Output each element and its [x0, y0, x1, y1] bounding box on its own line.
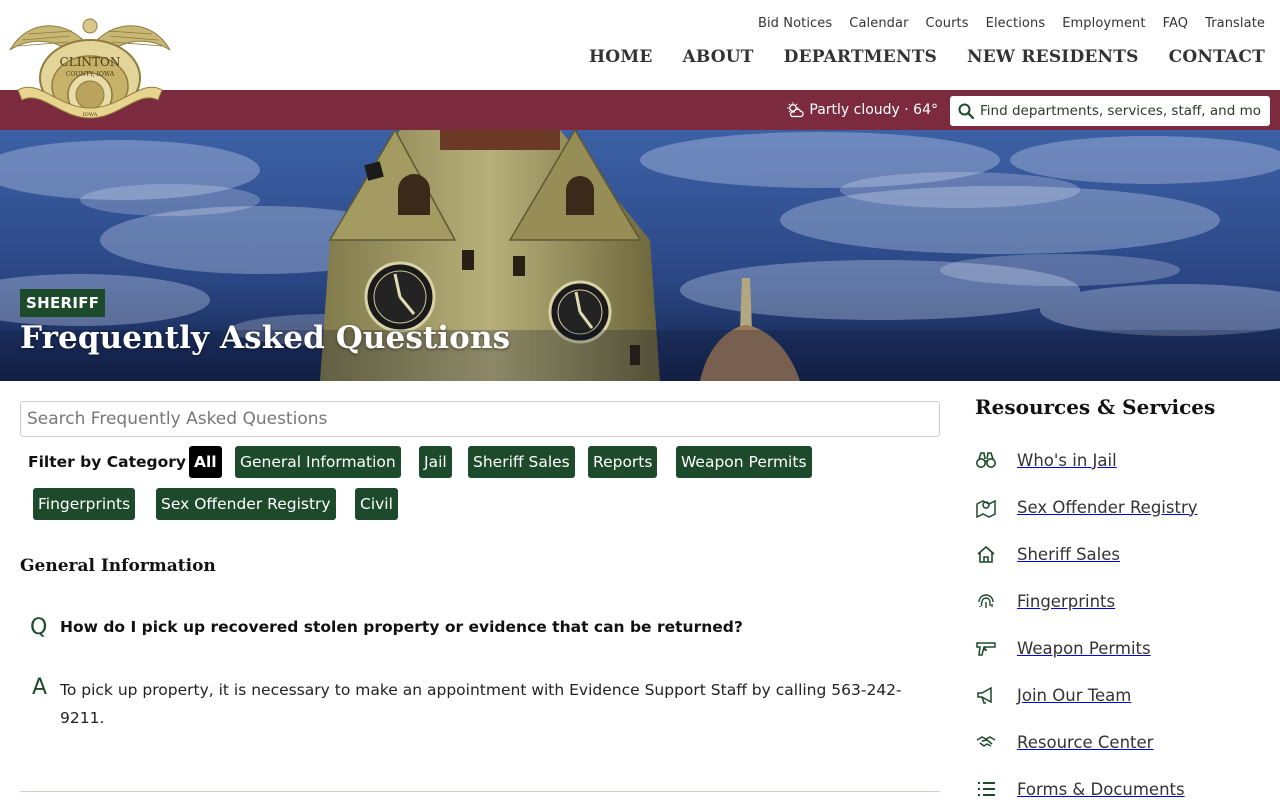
- utility-link-calendar[interactable]: Calendar: [849, 16, 908, 31]
- sidebar-item-label: Resource Center: [1017, 732, 1154, 752]
- utility-link-translate[interactable]: Translate: [1205, 16, 1265, 31]
- filter-chip-sheriff-sales[interactable]: Sheriff Sales: [468, 446, 575, 478]
- sidebar-item-label: Join Our Team: [1017, 685, 1132, 705]
- utility-link-employment[interactable]: Employment: [1062, 16, 1145, 31]
- sidebar-item-label: Fingerprints: [1017, 591, 1116, 611]
- sidebar-item-forms-documents[interactable]: Forms & Documents: [975, 769, 1265, 800]
- filter-chip-jail[interactable]: Jail: [419, 446, 452, 478]
- fingerprint-icon: [975, 589, 1005, 613]
- filter-chip-civil[interactable]: Civil: [355, 488, 398, 520]
- nav-departments[interactable]: DEPARTMENTS: [784, 47, 937, 67]
- faq-search-input[interactable]: [21, 402, 939, 436]
- filter-chip-general-information[interactable]: General Information: [235, 446, 401, 478]
- faq-section-title: General Information: [20, 556, 216, 576]
- house-icon: [975, 542, 1005, 566]
- binoculars-icon: [975, 448, 1005, 472]
- utility-link-faq[interactable]: FAQ: [1163, 16, 1188, 31]
- sidebar-title: Resources & Services: [975, 395, 1216, 419]
- sidebar-item-label: Who's in Jail: [1017, 450, 1117, 470]
- logo-wordmark: CLINTON: [60, 55, 121, 69]
- filter-chip-reports[interactable]: Reports: [588, 446, 658, 478]
- site-search-box[interactable]: [950, 96, 1270, 126]
- logo-seal-text: IOWA: [83, 112, 98, 118]
- department-tag: SHERIFF: [20, 289, 106, 317]
- sidebar-item-label: Sheriff Sales: [1017, 544, 1120, 564]
- question-marker: Q: [30, 615, 48, 640]
- faq-divider: [20, 791, 940, 792]
- logo-subname: COUNTY, IOWA: [66, 71, 115, 78]
- page-title: Frequently Asked Questions: [20, 320, 511, 356]
- faq-answer: To pick up property, it is necessary to …: [60, 681, 902, 727]
- nav-about[interactable]: ABOUT: [683, 47, 754, 67]
- main-nav: HOME ABOUT DEPARTMENTS NEW RESIDENTS CON…: [559, 47, 1265, 67]
- filter-chip-fingerprints[interactable]: Fingerprints: [33, 488, 136, 520]
- gun-icon: [975, 636, 1005, 660]
- top-band: Partly cloudy · 64°: [0, 90, 1280, 130]
- county-seal-logo[interactable]: CLINTON COUNTY, IOWA IOWA: [8, 8, 172, 126]
- nav-contact[interactable]: CONTACT: [1169, 47, 1265, 67]
- list-icon: [975, 777, 1005, 800]
- sidebar-item-label: Sex Offender Registry: [1017, 497, 1198, 517]
- sidebar-item-weapon-permits[interactable]: Weapon Permits: [975, 628, 1265, 668]
- utility-nav: Bid Notices Calendar Courts Elections Em…: [741, 16, 1265, 31]
- sidebar-item-resource-center[interactable]: Resource Center: [975, 722, 1265, 762]
- filter-chip-sex-offender-registry[interactable]: Sex Offender Registry: [156, 488, 336, 520]
- sidebar-item-fingerprints[interactable]: Fingerprints: [975, 581, 1265, 621]
- sidebar-item-join-our-team[interactable]: Join Our Team: [975, 675, 1265, 715]
- sidebar-item-sex-offender-registry[interactable]: Sex Offender Registry: [975, 487, 1265, 527]
- filter-label: Filter by Category: [28, 453, 187, 471]
- map-pin-icon: [975, 495, 1005, 519]
- eagle-seal-icon: CLINTON COUNTY, IOWA IOWA: [9, 18, 171, 119]
- search-icon[interactable]: [958, 103, 974, 119]
- megaphone-icon: [975, 683, 1005, 707]
- filter-chip-weapon-permits[interactable]: Weapon Permits: [676, 446, 812, 478]
- weather-widget: Partly cloudy · 64°: [786, 101, 938, 119]
- handshake-icon: [975, 730, 1005, 754]
- filter-chip-all[interactable]: All: [189, 446, 222, 478]
- sidebar-item-sheriff-sales[interactable]: Sheriff Sales: [975, 534, 1265, 574]
- answer-marker: A: [32, 675, 48, 700]
- sidebar-item-label: Forms & Documents: [1017, 779, 1185, 799]
- faq-search-box[interactable]: [20, 401, 940, 437]
- utility-link-bid-notices[interactable]: Bid Notices: [758, 16, 832, 31]
- nav-new-residents[interactable]: NEW RESIDENTS: [967, 47, 1139, 67]
- utility-link-elections[interactable]: Elections: [986, 16, 1046, 31]
- partly-cloudy-icon: [787, 102, 805, 118]
- nav-home[interactable]: HOME: [589, 47, 652, 67]
- weather-text: Partly cloudy · 64°: [809, 102, 938, 118]
- site-search-input[interactable]: [980, 103, 1262, 119]
- utility-link-courts[interactable]: Courts: [926, 16, 969, 31]
- site-header: CLINTON COUNTY, IOWA IOWA Bid Notices Ca…: [0, 0, 1280, 119]
- sidebar-item-label: Weapon Permits: [1017, 638, 1151, 658]
- faq-question[interactable]: How do I pick up recovered stolen proper…: [60, 618, 743, 636]
- sidebar-item-whos-in-jail[interactable]: Who's in Jail: [975, 440, 1265, 480]
